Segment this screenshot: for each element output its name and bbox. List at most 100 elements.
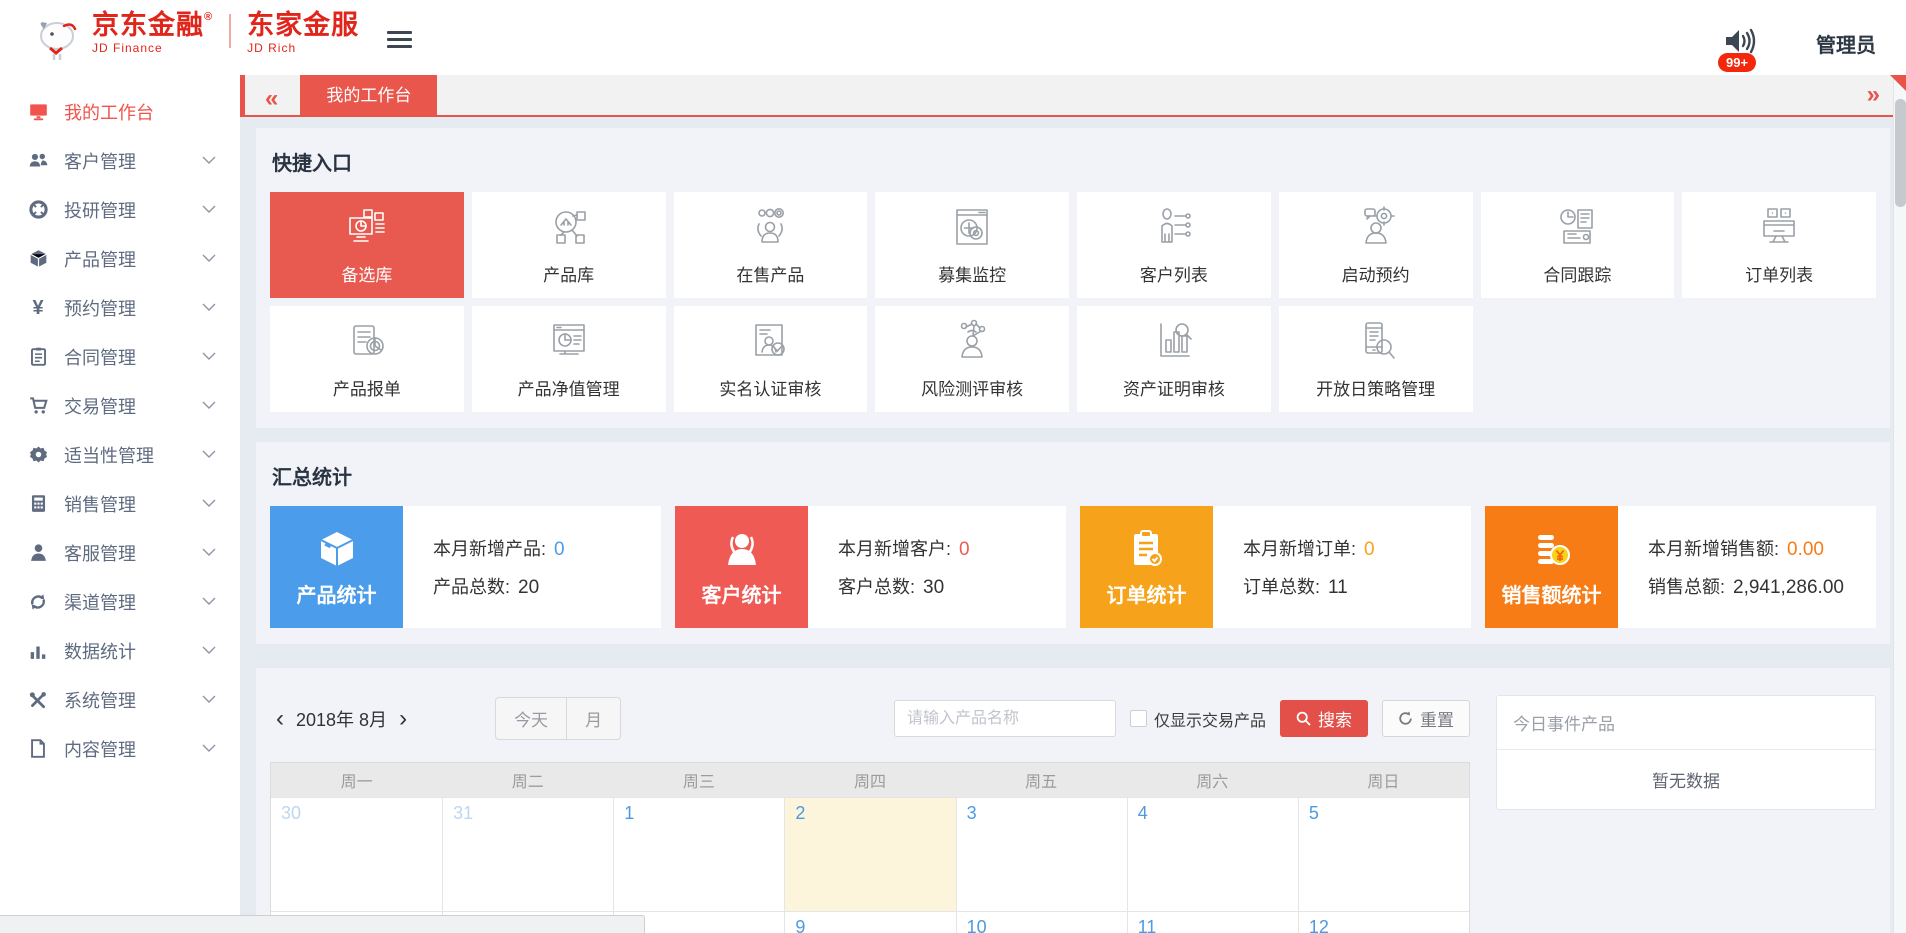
quick-card-customer-list[interactable]: 客户列表 [1077, 192, 1271, 298]
sidebar-item-label: 预约管理 [64, 295, 202, 321]
sidebar-item-label: 投研管理 [64, 197, 202, 223]
stat-block-label: 产品统计 [297, 579, 377, 608]
quick-card-asset-proof-audit[interactable]: 资产证明审核 [1077, 306, 1271, 412]
checkbox-label: 仅显示交易产品 [1154, 707, 1266, 731]
clipboard-check-icon [1125, 527, 1169, 571]
product-name-input[interactable] [894, 700, 1116, 737]
calendar-day-cell[interactable]: 31 [442, 797, 613, 911]
vertical-scrollbar[interactable] [1893, 75, 1906, 933]
person-gear-bubble-icon [1353, 192, 1399, 261]
calendar-day-cell[interactable]: 30 [271, 797, 442, 911]
sidebar-item-label: 系统管理 [64, 687, 202, 713]
notification-count-badge[interactable]: 99+ [1718, 53, 1756, 72]
chevron-down-icon [202, 499, 216, 508]
calendar-day-cell[interactable]: 3 [956, 797, 1127, 911]
chevron-down-icon [202, 401, 216, 410]
calendar-day-cell[interactable]: 4 [1127, 797, 1298, 911]
quick-card-realname-audit[interactable]: 实名认证审核 [674, 306, 868, 412]
sidebar-item-customer-service-mgmt[interactable]: 客服管理 [0, 528, 240, 577]
tabs-scroll-right-icon[interactable]: » [1867, 83, 1880, 107]
calendar-day-cell[interactable]: 11 [1127, 911, 1298, 933]
calculator-icon [26, 494, 50, 513]
sidebar-item-data-statistics[interactable]: 数据统计 [0, 626, 240, 675]
recycle-arrows-icon [26, 593, 50, 611]
sidebar-item-trade-mgmt[interactable]: 交易管理 [0, 381, 240, 430]
notifications-button[interactable]: 99+ [1724, 27, 1758, 55]
prev-month-icon[interactable]: ‹ [270, 707, 290, 731]
quick-card-contract-tracking[interactable]: 合同跟踪 [1481, 192, 1675, 298]
quick-card-label: 备选库 [341, 261, 392, 286]
quick-entry-title: 快捷入口 [272, 147, 1876, 176]
sidebar-item-sales-mgmt[interactable]: 销售管理 [0, 479, 240, 528]
sidebar-item-system-mgmt[interactable]: 系统管理 [0, 675, 240, 724]
brand-name-en-2: JD Rich [247, 42, 296, 54]
sidebar-item-reservation-mgmt[interactable]: ¥ 预约管理 [0, 283, 240, 332]
quick-card-label: 风险测评审核 [921, 375, 1023, 400]
sidebar-item-customer-mgmt[interactable]: 客户管理 [0, 136, 240, 185]
calendar-day-cell[interactable]: 12 [1298, 911, 1469, 933]
quick-card-label: 订单列表 [1745, 261, 1813, 286]
calendar-day-cell[interactable]: 10 [956, 911, 1127, 933]
calendar-month-label: 2018年 8月 [296, 706, 387, 732]
calendar-day-cell[interactable]: 9 [784, 911, 955, 933]
stat-line-value: 11 [1328, 577, 1348, 599]
weekday-label: 周四 [784, 763, 955, 797]
quick-card-product-report[interactable]: 产品报单 [270, 306, 464, 412]
quick-card-label: 产品库 [543, 261, 594, 286]
user-name[interactable]: 管理员 [1816, 29, 1876, 58]
weekday-label: 周二 [442, 763, 613, 797]
sidebar-item-label: 数据统计 [64, 638, 202, 664]
tab-workbench[interactable]: 我的工作台 [300, 75, 437, 115]
quick-card-risk-eval-audit[interactable]: 风险测评审核 [875, 306, 1069, 412]
weekday-label: 周六 [1127, 763, 1298, 797]
calendar-day-cell[interactable]: 5 [1298, 797, 1469, 911]
registered-mark: ® [204, 11, 213, 23]
quick-card-label: 产品报单 [333, 375, 401, 400]
person-list-icon [1151, 192, 1197, 261]
sidebar-item-content-mgmt[interactable]: 内容管理 [0, 724, 240, 773]
person-icon [26, 543, 50, 562]
quick-card-start-reservation[interactable]: 启动预约 [1279, 192, 1473, 298]
checkbox-icon[interactable] [1130, 710, 1147, 727]
quick-card-label: 产品净值管理 [518, 375, 620, 400]
chevron-down-icon [202, 303, 216, 312]
quick-entry-row2: 产品报单 产品净值管理 实名认证审核 [270, 306, 1876, 412]
sidebar-item-product-mgmt[interactable]: 产品管理 [0, 234, 240, 283]
trade-products-only-checkbox[interactable]: 仅显示交易产品 [1130, 707, 1266, 731]
next-month-icon[interactable]: › [393, 707, 413, 731]
quick-card-order-list[interactable]: 订单列表 [1682, 192, 1876, 298]
sidebar-item-suitability-mgmt[interactable]: 适当性管理 [0, 430, 240, 479]
events-empty-text: 暂无数据 [1497, 750, 1875, 809]
sidebar-item-label: 我的工作台 [64, 99, 216, 125]
calendar-weekday-header: 周一 周二 周三 周四 周五 周六 周日 [271, 763, 1469, 797]
stat-line-label: 销售总额: [1648, 573, 1725, 599]
month-view-button[interactable]: 月 [566, 698, 620, 739]
stat-card-products: 产品统计 本月新增产品:0 产品总数:20 [270, 506, 661, 628]
quick-card-product-library[interactable]: 产品库 [472, 192, 666, 298]
app-header: 京东金融® JD Finance 东家金服 JD Rich 99+ 管理员 [0, 0, 1906, 75]
sidebar-item-contract-mgmt[interactable]: 合同管理 [0, 332, 240, 381]
tabs-scroll-left-icon[interactable]: « [265, 87, 278, 111]
monitor-chart-icon [344, 192, 390, 261]
sidebar-item-research-mgmt[interactable]: 投研管理 [0, 185, 240, 234]
search-button[interactable]: 搜索 [1280, 700, 1368, 737]
quick-card-open-day-strategy[interactable]: 开放日策略管理 [1279, 306, 1473, 412]
quick-card-products-on-sale[interactable]: 在售产品 [674, 192, 868, 298]
quick-card-candidate-library[interactable]: 备选库 [270, 192, 464, 298]
chevron-down-icon [202, 695, 216, 704]
speaker-icon[interactable] [1724, 27, 1758, 55]
reset-button[interactable]: 重置 [1382, 700, 1470, 737]
sidebar-item-channel-mgmt[interactable]: 渠道管理 [0, 577, 240, 626]
scrollbar-thumb[interactable] [1895, 99, 1906, 207]
calendar-day-cell-today[interactable]: 2 [784, 797, 955, 911]
sidebar-item-workbench[interactable]: 我的工作台 [0, 87, 240, 136]
hamburger-menu-icon[interactable] [387, 27, 412, 52]
quick-card-fundraising-monitor[interactable]: 募集监控 [875, 192, 1069, 298]
today-button[interactable]: 今天 [496, 698, 566, 739]
calendar-day-cell[interactable]: 1 [613, 797, 784, 911]
quick-card-nav-mgmt[interactable]: 产品净值管理 [472, 306, 666, 412]
summary-title: 汇总统计 [272, 461, 1876, 490]
sidebar-item-label: 客服管理 [64, 540, 202, 566]
sidebar-item-label: 交易管理 [64, 393, 202, 419]
calendar-grid: 周一 周二 周三 周四 周五 周六 周日 30 31 1 2 3 4 [270, 762, 1470, 933]
